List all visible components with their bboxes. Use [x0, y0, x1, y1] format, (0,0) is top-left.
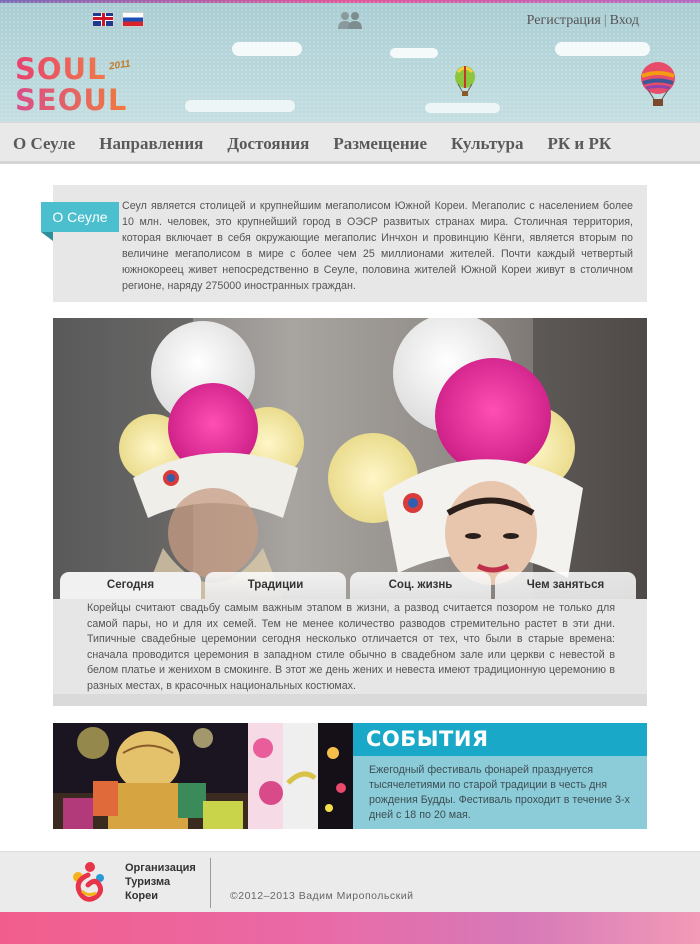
events-text: Ежегодный фестиваль фонарей празднуется … — [369, 764, 630, 821]
gallery-tabs: Сегодня Традиции Соц. жизнь Чем заняться — [60, 572, 640, 599]
kto-name-line: Туризма — [125, 876, 171, 888]
balloon-icon — [641, 62, 675, 106]
events-section: СОБЫТИЯ Ежегодный фестиваль фонарей праз… — [53, 723, 647, 829]
gallery-bottom-strip — [53, 694, 647, 706]
nav-item-directions[interactable]: Направления — [99, 123, 203, 165]
auth-links: Регистрация | Вход — [527, 13, 639, 29]
nav-item-about[interactable]: О Сеуле — [13, 123, 75, 165]
cloud-decoration — [425, 103, 500, 113]
cloud-decoration — [232, 42, 302, 56]
about-section: О Сеуле Сеул является столицей и крупней… — [41, 185, 647, 302]
kto-name-line: Кореи — [125, 890, 159, 902]
login-link[interactable]: Вход — [610, 13, 639, 28]
gallery-section: Сегодня Традиции Соц. жизнь Чем заняться… — [53, 318, 647, 706]
cloud-decoration — [390, 48, 438, 58]
register-link[interactable]: Регистрация — [527, 13, 601, 28]
kto-name: Организация Туризма Кореи — [125, 861, 196, 903]
balloon-icon — [455, 66, 475, 96]
nav-item-accommodation[interactable]: Размещение — [333, 123, 427, 165]
tab-social-life[interactable]: Соц. жизнь — [350, 572, 491, 599]
tab-today[interactable]: Сегодня — [60, 572, 201, 599]
logo-line2: SEOUL — [15, 83, 128, 117]
logo-line1: SOUL — [15, 52, 107, 86]
gallery-text: Корейцы считают свадьбу самым важным эта… — [87, 602, 615, 692]
cloud-decoration — [555, 42, 650, 56]
site-logo[interactable]: SOUL 2011 SEOUL — [15, 54, 150, 120]
nav-item-culture[interactable]: Культура — [451, 123, 523, 165]
nav-item-heritage[interactable]: Достояния — [227, 123, 309, 165]
events-title[interactable]: СОБЫТИЯ — [353, 723, 647, 756]
events-photo[interactable] — [53, 723, 353, 829]
cloud-decoration — [185, 100, 295, 112]
footer-divider — [210, 858, 211, 908]
kto-logo-icon[interactable] — [70, 861, 108, 905]
gallery-photo — [53, 318, 647, 599]
about-text: Сеул является столицей и крупнейшим мега… — [122, 200, 633, 292]
people-icon — [338, 12, 362, 29]
copyright: ©2012–2013 Вадим Миропольский — [230, 890, 414, 902]
site-footer: Организация Туризма Кореи ©2012–2013 Вад… — [0, 851, 700, 912]
flag-ru-icon[interactable] — [122, 12, 144, 27]
auth-separator: | — [603, 13, 607, 28]
kto-name-line: Организация — [125, 862, 196, 874]
nav-item-rk[interactable]: РК и РК — [547, 123, 611, 165]
site-header: Регистрация | Вход SOUL 2011 SEOUL — [0, 0, 700, 122]
logo-year: 2011 — [108, 58, 132, 73]
tab-things-to-do[interactable]: Чем заняться — [495, 572, 636, 599]
flag-uk-icon[interactable] — [92, 12, 114, 27]
about-tag: О Сеуле — [41, 202, 119, 241]
main-nav: О Сеуле Направления Достояния Размещение… — [0, 122, 700, 164]
footer-gradient-bar — [0, 912, 700, 944]
events-panel: СОБЫТИЯ Ежегодный фестиваль фонарей праз… — [353, 723, 647, 829]
tab-traditions[interactable]: Традиции — [205, 572, 346, 599]
